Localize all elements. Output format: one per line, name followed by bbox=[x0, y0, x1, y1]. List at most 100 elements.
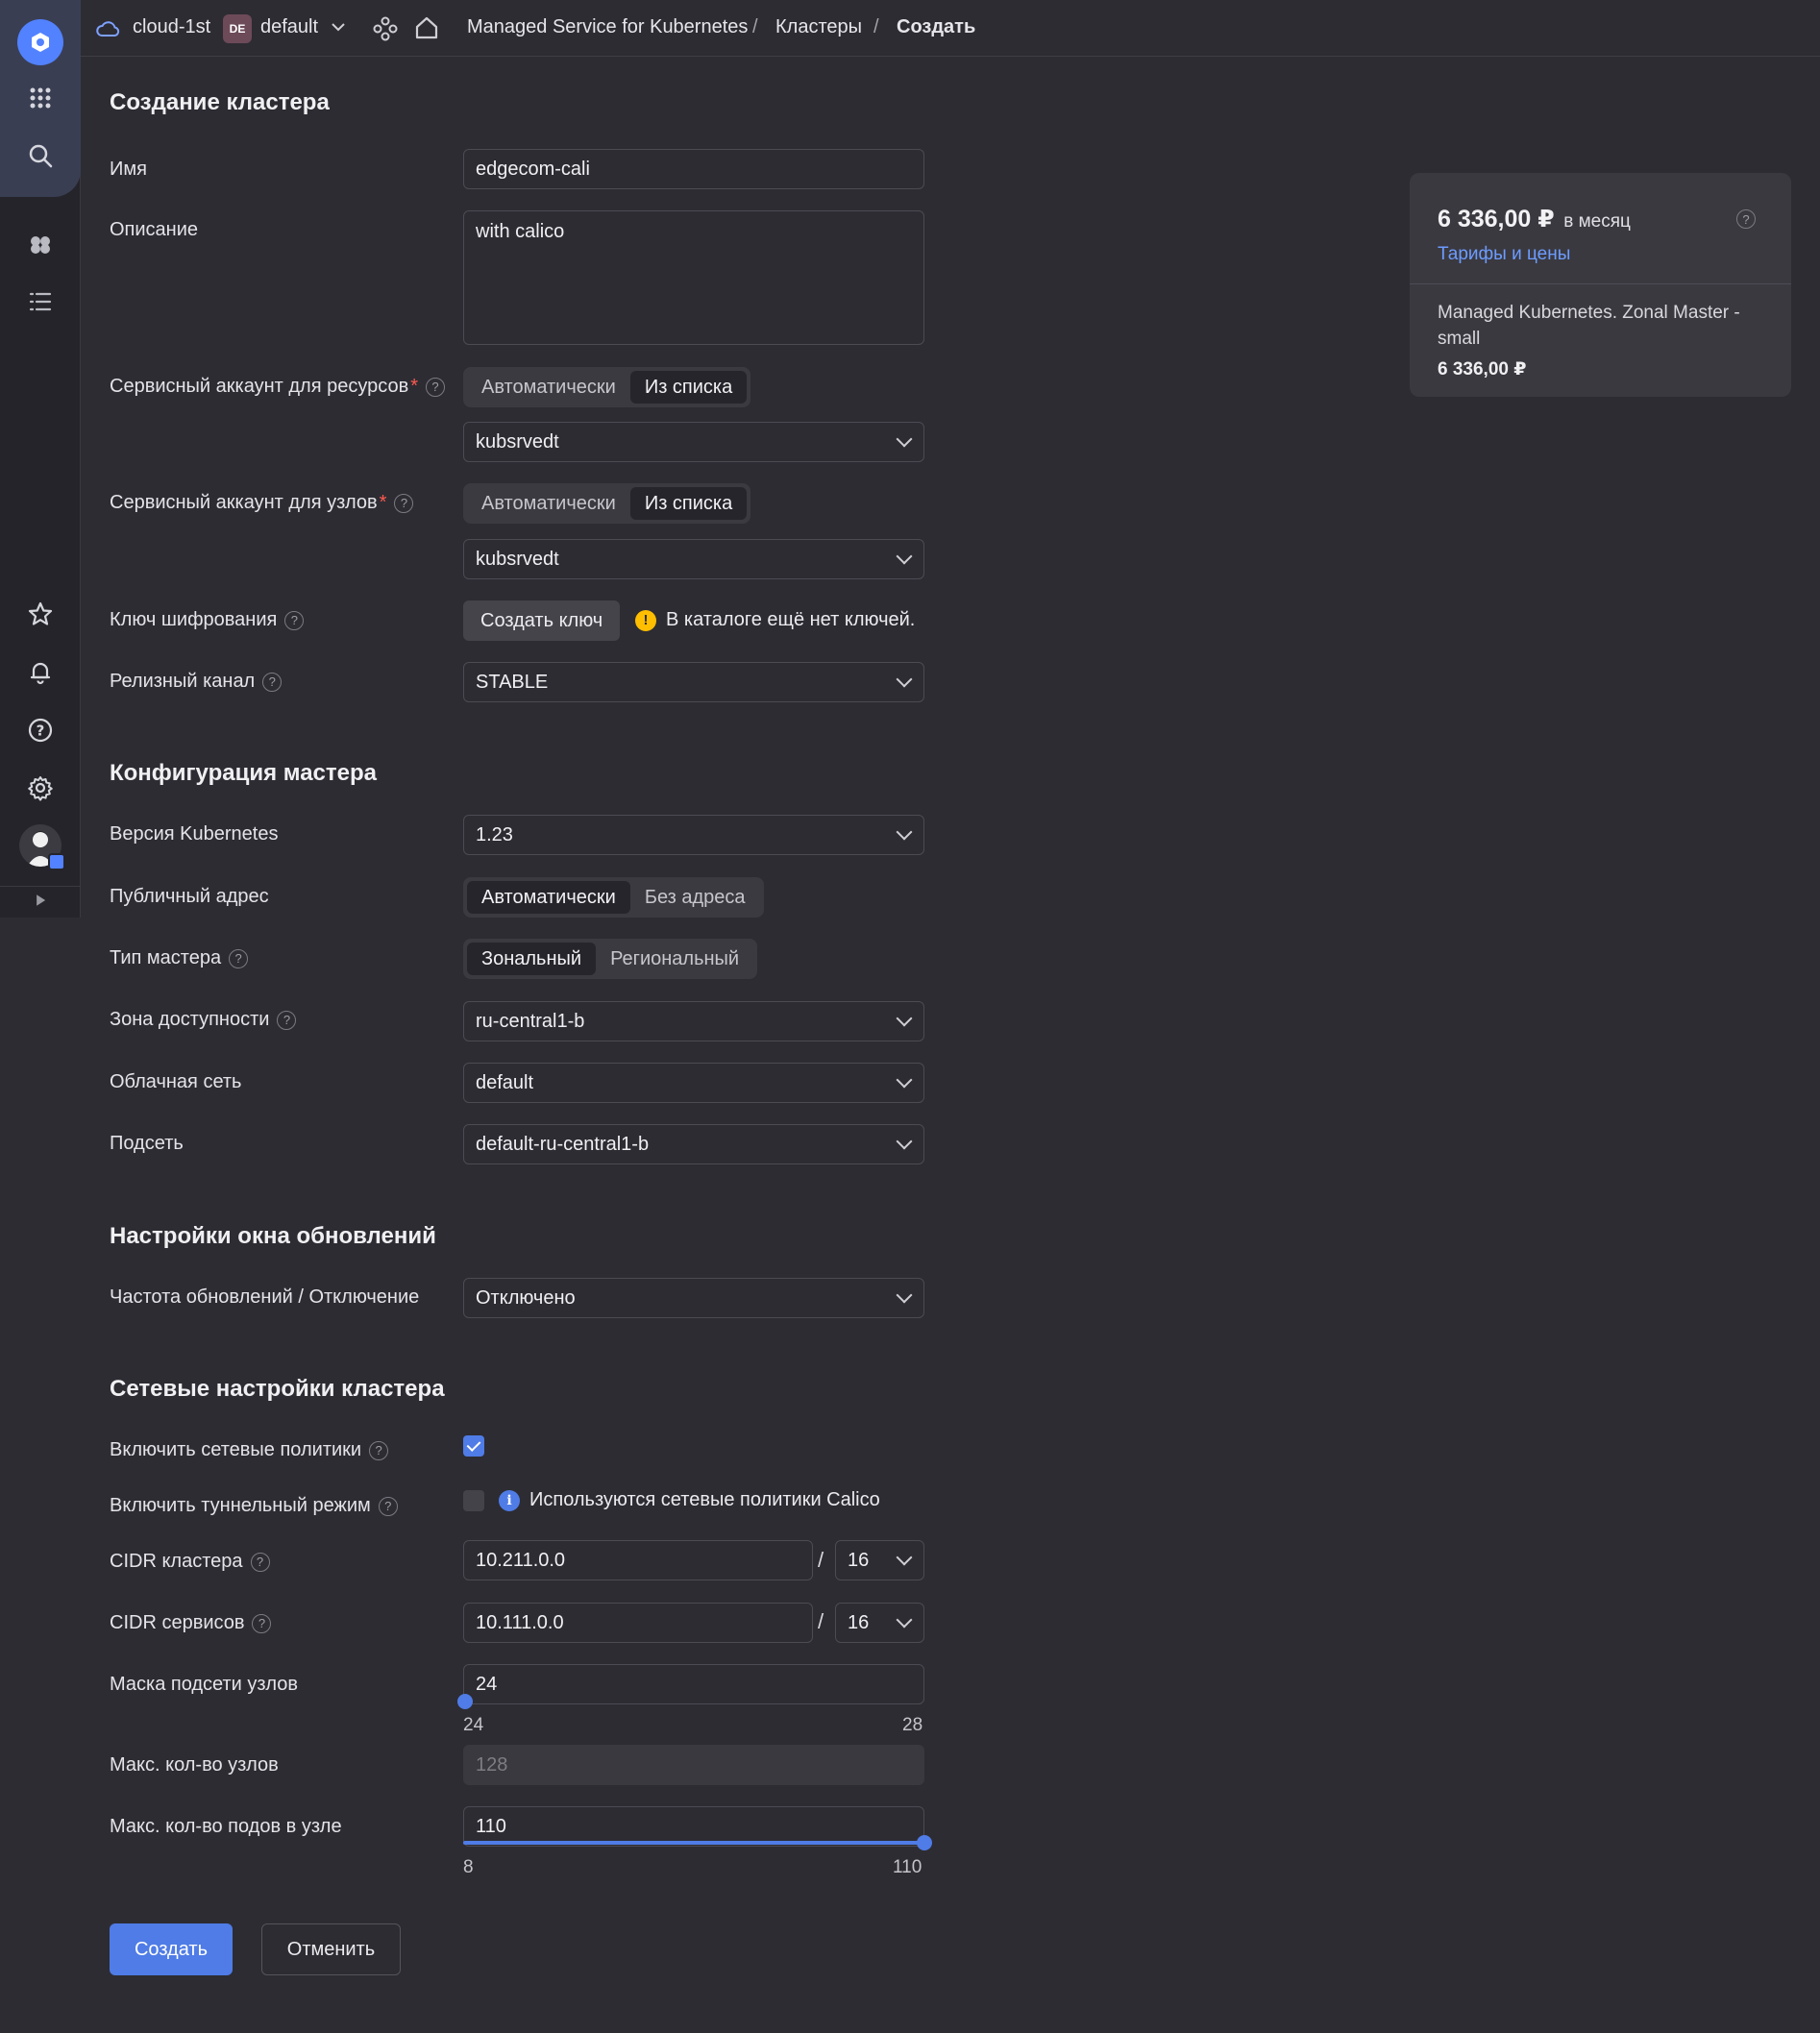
calico-note-text: Используются сетевые политики Calico bbox=[529, 1489, 880, 1510]
network-label: Облачная сеть bbox=[110, 1071, 242, 1092]
price-card-divider bbox=[1410, 283, 1791, 284]
public-address-none[interactable]: Без адреса bbox=[630, 881, 760, 914]
network-policies-label-text: Включить сетевые политики bbox=[110, 1439, 362, 1460]
services-graph-icon[interactable] bbox=[372, 15, 399, 42]
sa-nodes-label: Сервисный аккаунт для узлов *? bbox=[110, 492, 414, 514]
svg-text:?: ? bbox=[37, 723, 45, 740]
subnet-select[interactable]: default-ru-central1-b bbox=[463, 1124, 924, 1164]
subnet-label: Подсеть bbox=[110, 1133, 184, 1154]
chevron-down-icon bbox=[896, 1133, 913, 1150]
chevron-down-icon bbox=[896, 548, 913, 565]
network-policies-checkbox[interactable] bbox=[463, 1435, 484, 1457]
logo-icon[interactable] bbox=[17, 19, 63, 65]
cloud-icon bbox=[96, 21, 120, 37]
sa-nodes-select[interactable]: kubsrvedt bbox=[463, 539, 924, 579]
home-icon[interactable] bbox=[413, 14, 440, 41]
help-icon[interactable]: ? bbox=[250, 1552, 270, 1572]
cidr-cluster-label: CIDR кластера? bbox=[110, 1551, 270, 1573]
name-input[interactable]: edgecom-cali bbox=[463, 149, 924, 189]
help-icon[interactable]: ? bbox=[262, 672, 283, 692]
cidr-cluster-mask-select[interactable]: 16 bbox=[835, 1540, 924, 1580]
max-pods-max: 110 bbox=[893, 1857, 922, 1877]
max-pods-slider[interactable] bbox=[463, 1835, 932, 1850]
node-mask-label: Маска подсети узлов bbox=[110, 1674, 298, 1695]
node-mask-slider-thumb[interactable] bbox=[457, 1694, 473, 1709]
breadcrumb-clusters[interactable]: Кластеры bbox=[775, 16, 862, 38]
public-address-auto[interactable]: Автоматически bbox=[467, 881, 630, 914]
public-address-label: Публичный адрес bbox=[110, 886, 269, 907]
no-keys-note: ! В каталоге ещё нет ключей. bbox=[635, 609, 915, 631]
subnet-value: default-ru-central1-b bbox=[476, 1133, 650, 1155]
master-type-regional[interactable]: Региональный bbox=[596, 943, 753, 975]
cidr-services-mask-select[interactable]: 16 bbox=[835, 1603, 924, 1643]
bell-icon[interactable] bbox=[21, 652, 60, 691]
public-address-switch: Автоматически Без адреса bbox=[463, 877, 764, 918]
price-help-icon[interactable]: ? bbox=[1736, 209, 1756, 229]
chevron-down-icon bbox=[896, 1611, 913, 1629]
no-keys-text: В каталоге ещё нет ключей. bbox=[666, 609, 916, 630]
network-select[interactable]: default bbox=[463, 1063, 924, 1103]
help-icon[interactable]: ? bbox=[378, 1496, 398, 1516]
expand-icon[interactable] bbox=[21, 881, 60, 919]
sa-nodes-mode-auto[interactable]: Автоматически bbox=[467, 487, 630, 520]
help-icon[interactable]: ? bbox=[394, 493, 414, 513]
release-channel-label: Релизный канал? bbox=[110, 671, 283, 693]
chevron-down-icon bbox=[896, 823, 913, 841]
sa-nodes-mode-list[interactable]: Из списка bbox=[629, 487, 748, 520]
services-icon[interactable] bbox=[21, 225, 60, 263]
create-button[interactable]: Создать bbox=[110, 1923, 233, 1975]
release-channel-select[interactable]: STABLE bbox=[463, 662, 924, 702]
apps-grid-icon[interactable] bbox=[21, 79, 60, 117]
cidr-cluster-ip-input[interactable]: 10.211.0.0 bbox=[463, 1540, 813, 1580]
max-pods-slider-thumb[interactable] bbox=[917, 1835, 932, 1850]
description-label: Описание bbox=[110, 219, 199, 240]
search-icon[interactable] bbox=[21, 136, 60, 175]
help-icon[interactable]: ? bbox=[426, 377, 445, 397]
sa-resources-select[interactable]: kubsrvedt bbox=[463, 422, 924, 462]
tariffs-link[interactable]: Тарифы и цены bbox=[1438, 244, 1570, 265]
update-frequency-label: Частота обновлений / Отключение bbox=[110, 1286, 420, 1308]
release-channel-value: STABLE bbox=[476, 671, 549, 693]
k8s-version-label: Версия Kubernetes bbox=[110, 823, 279, 845]
node-mask-slider[interactable] bbox=[457, 1694, 924, 1709]
breadcrumb-folder[interactable]: default bbox=[260, 16, 318, 38]
sa-resources-value: kubsrvedt bbox=[476, 430, 559, 453]
breadcrumb-service[interactable]: Managed Service for Kubernetes bbox=[467, 16, 748, 38]
help-icon[interactable]: ? bbox=[21, 711, 60, 749]
help-icon[interactable]: ? bbox=[229, 948, 249, 968]
cidr-services-ip-input[interactable]: 10.111.0.0 bbox=[463, 1603, 813, 1643]
info-icon: i bbox=[499, 1489, 520, 1511]
sa-resources-mode-auto[interactable]: Автоматически bbox=[467, 371, 630, 404]
description-textarea[interactable]: with calico bbox=[463, 210, 924, 345]
node-mask-max: 28 bbox=[902, 1715, 923, 1735]
page-title: Создание кластера bbox=[110, 89, 330, 115]
sa-resources-mode-list[interactable]: Из списка bbox=[629, 371, 748, 404]
node-mask-input[interactable]: 24 bbox=[463, 1664, 924, 1704]
update-frequency-select[interactable]: Отключено bbox=[463, 1278, 924, 1318]
chevron-down-icon bbox=[896, 1071, 913, 1089]
star-icon[interactable] bbox=[21, 595, 60, 633]
tasks-list-icon[interactable] bbox=[21, 282, 60, 321]
help-icon[interactable]: ? bbox=[252, 1613, 272, 1633]
master-type-zonal[interactable]: Зональный bbox=[467, 943, 597, 975]
master-type-label: Тип мастера? bbox=[110, 947, 249, 969]
sa-resources-label: Сервисный аккаунт для ресурсов *? bbox=[110, 376, 445, 398]
help-icon[interactable]: ? bbox=[277, 1010, 297, 1030]
zone-select[interactable]: ru-central1-b bbox=[463, 1001, 924, 1041]
help-icon[interactable]: ? bbox=[284, 610, 305, 630]
sidebar: ? bbox=[0, 0, 81, 918]
breadcrumb-cloud[interactable]: cloud-1st bbox=[133, 16, 210, 38]
settings-icon[interactable] bbox=[21, 769, 60, 807]
chevron-down-icon[interactable] bbox=[331, 21, 346, 33]
breadcrumb-current: Создать bbox=[897, 16, 976, 37]
help-icon[interactable]: ? bbox=[369, 1440, 389, 1460]
tunnel-mode-label-text: Включить туннельный режим bbox=[110, 1495, 371, 1516]
warning-icon: ! bbox=[635, 609, 656, 631]
network-policies-label: Включить сетевые политики? bbox=[110, 1439, 389, 1461]
k8s-version-select[interactable]: 1.23 bbox=[463, 815, 924, 855]
create-key-button[interactable]: Создать ключ bbox=[463, 600, 621, 641]
cancel-button[interactable]: Отменить bbox=[261, 1923, 401, 1975]
required-mark: * bbox=[379, 492, 387, 513]
zone-label: Зона доступности? bbox=[110, 1009, 297, 1031]
tunnel-mode-checkbox[interactable] bbox=[463, 1490, 484, 1511]
